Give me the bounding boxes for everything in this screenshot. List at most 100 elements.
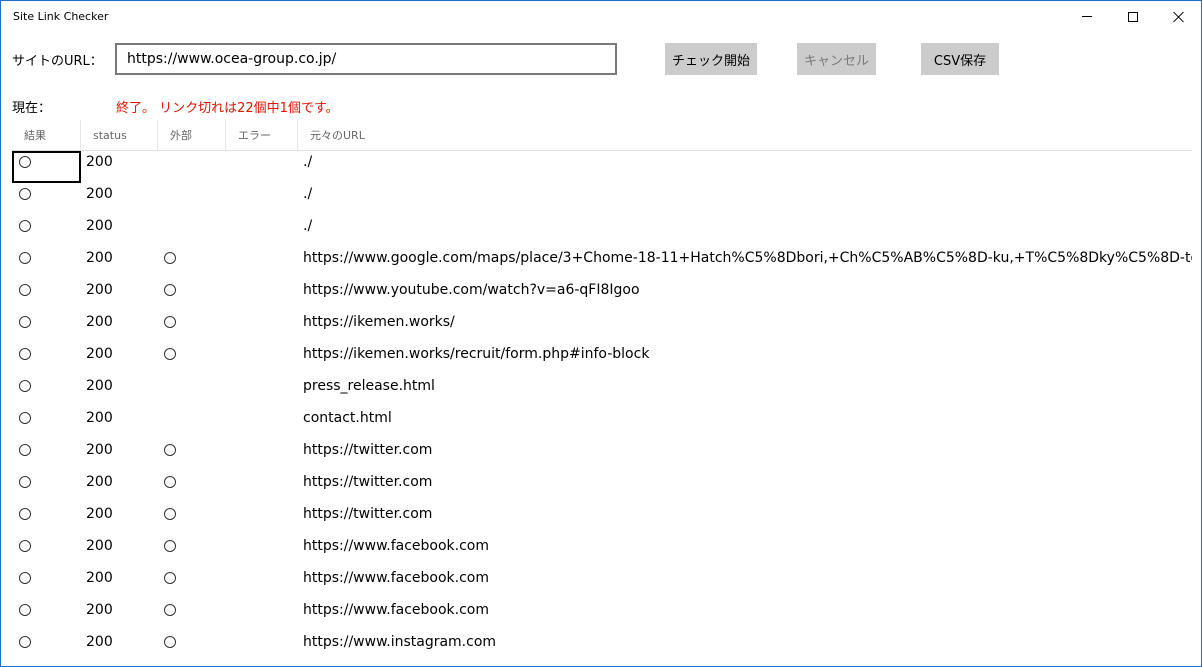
status-label: 現在： <box>12 101 52 116</box>
circle-mark-icon <box>164 348 176 360</box>
cell-error <box>225 631 297 663</box>
table-row[interactable]: 200 https://www.facebook.com <box>12 599 1192 631</box>
close-icon <box>1173 11 1185 23</box>
circle-mark-icon <box>19 572 31 584</box>
cell-error <box>225 343 297 375</box>
circle-mark-icon <box>19 316 31 328</box>
cell-status: 200 <box>86 154 113 170</box>
cancel-button[interactable]: キャンセル <box>797 43 876 75</box>
results-grid[interactable]: 結果 status 外部 エラー 元々のURL 200 ./200 ./200 ./2… <box>12 120 1192 663</box>
cell-status: 200 <box>86 538 113 554</box>
circle-mark-icon <box>164 572 176 584</box>
cell-result <box>12 535 80 567</box>
table-row[interactable]: 200 contact.html <box>12 407 1192 439</box>
table-row[interactable]: 200 https://twitter.com <box>12 471 1192 503</box>
table-row[interactable]: 200 https://www.google.com/maps/place/3+C… <box>12 247 1192 279</box>
circle-mark-icon <box>19 156 31 168</box>
circle-mark-icon <box>164 316 176 328</box>
minimize-button[interactable] <box>1064 1 1110 32</box>
cell-url: https://www.youtube.com/watch?v=a6-qFI8I… <box>303 282 640 298</box>
cell-result <box>12 215 80 247</box>
table-row[interactable]: 200 https://www.facebook.com <box>12 535 1192 567</box>
cell-url: https://ikemen.works/recruit/form.php#in… <box>303 346 650 362</box>
circle-mark-icon <box>19 220 31 232</box>
title-bar[interactable]: Site Link Checker <box>1 1 1201 32</box>
circle-mark-icon <box>164 476 176 488</box>
cell-external <box>157 151 225 183</box>
table-row[interactable]: 200 https://www.facebook.com <box>12 567 1192 599</box>
table-row[interactable]: 200 https://ikemen.works/recruit/form.php… <box>12 343 1192 375</box>
cell-status: 200 <box>86 474 113 490</box>
table-row[interactable]: 200 ./ <box>12 151 1192 183</box>
cell-url: https://www.facebook.com <box>303 570 489 586</box>
column-header-original-url[interactable]: 元々のURL <box>297 120 1192 151</box>
cell-external <box>157 439 225 471</box>
column-header-result[interactable]: 結果 <box>12 120 80 151</box>
table-row[interactable]: 200 https://www.youtube.com/watch?v=a6-qF… <box>12 279 1192 311</box>
cell-external <box>157 471 225 503</box>
circle-mark-icon <box>19 636 31 648</box>
cell-result <box>12 375 80 407</box>
circle-mark-icon <box>19 412 31 424</box>
cell-external <box>157 503 225 535</box>
cell-status: 200 <box>86 314 113 330</box>
cell-url: https://www.facebook.com <box>303 538 489 554</box>
cell-external <box>157 215 225 247</box>
table-row[interactable]: 200 ./ <box>12 215 1192 247</box>
cell-external <box>157 247 225 279</box>
cell-error <box>225 247 297 279</box>
circle-mark-icon <box>164 444 176 456</box>
cell-status: 200 <box>86 218 113 234</box>
cell-status: 200 <box>86 570 113 586</box>
cell-status: 200 <box>86 186 113 202</box>
cell-error <box>225 439 297 471</box>
cell-status: 200 <box>86 506 113 522</box>
url-input[interactable] <box>115 43 617 75</box>
circle-mark-icon <box>19 380 31 392</box>
cell-result <box>12 567 80 599</box>
cell-result <box>12 183 80 215</box>
minimize-icon <box>1082 16 1092 17</box>
circle-mark-icon <box>164 604 176 616</box>
circle-mark-icon <box>19 444 31 456</box>
cell-error <box>225 311 297 343</box>
column-header-error[interactable]: エラー <box>225 120 297 151</box>
maximize-button[interactable] <box>1110 1 1156 32</box>
cell-status: 200 <box>86 442 113 458</box>
cell-status: 200 <box>86 282 113 298</box>
cell-result <box>12 279 80 311</box>
table-row[interactable]: 200 https://twitter.com <box>12 439 1192 471</box>
cell-external <box>157 375 225 407</box>
cell-error <box>225 279 297 311</box>
close-button[interactable] <box>1156 1 1201 32</box>
cell-result <box>12 439 80 471</box>
cell-url: https://www.instagram.com <box>303 634 497 650</box>
cell-error <box>225 215 297 247</box>
table-row[interactable]: 200 ./ <box>12 183 1192 215</box>
circle-mark-icon <box>19 284 31 296</box>
column-header-status[interactable]: status <box>80 120 158 151</box>
cell-result <box>12 471 80 503</box>
cell-external <box>157 183 225 215</box>
cell-error <box>225 375 297 407</box>
start-check-button[interactable]: チェック開始 <box>665 43 757 75</box>
table-row[interactable]: 200 https://www.instagram.com <box>12 631 1192 663</box>
cell-status: 200 <box>86 602 113 618</box>
cell-error <box>225 503 297 535</box>
table-row[interactable]: 200 https://ikemen.works/ <box>12 311 1192 343</box>
cell-error <box>225 599 297 631</box>
cell-result <box>12 343 80 375</box>
column-header-external[interactable]: 外部 <box>157 120 225 151</box>
circle-mark-icon <box>164 540 176 552</box>
table-row[interactable]: 200 press_release.html <box>12 375 1192 407</box>
cell-external <box>157 279 225 311</box>
cell-external <box>157 599 225 631</box>
table-row[interactable]: 200 https://twitter.com <box>12 503 1192 535</box>
window-title: Site Link Checker <box>13 10 109 23</box>
cell-status: 200 <box>86 378 113 394</box>
circle-mark-icon <box>19 476 31 488</box>
cell-error <box>225 567 297 599</box>
csv-save-button[interactable]: CSV保存 <box>921 43 999 75</box>
cell-result <box>12 311 80 343</box>
cell-external <box>157 343 225 375</box>
